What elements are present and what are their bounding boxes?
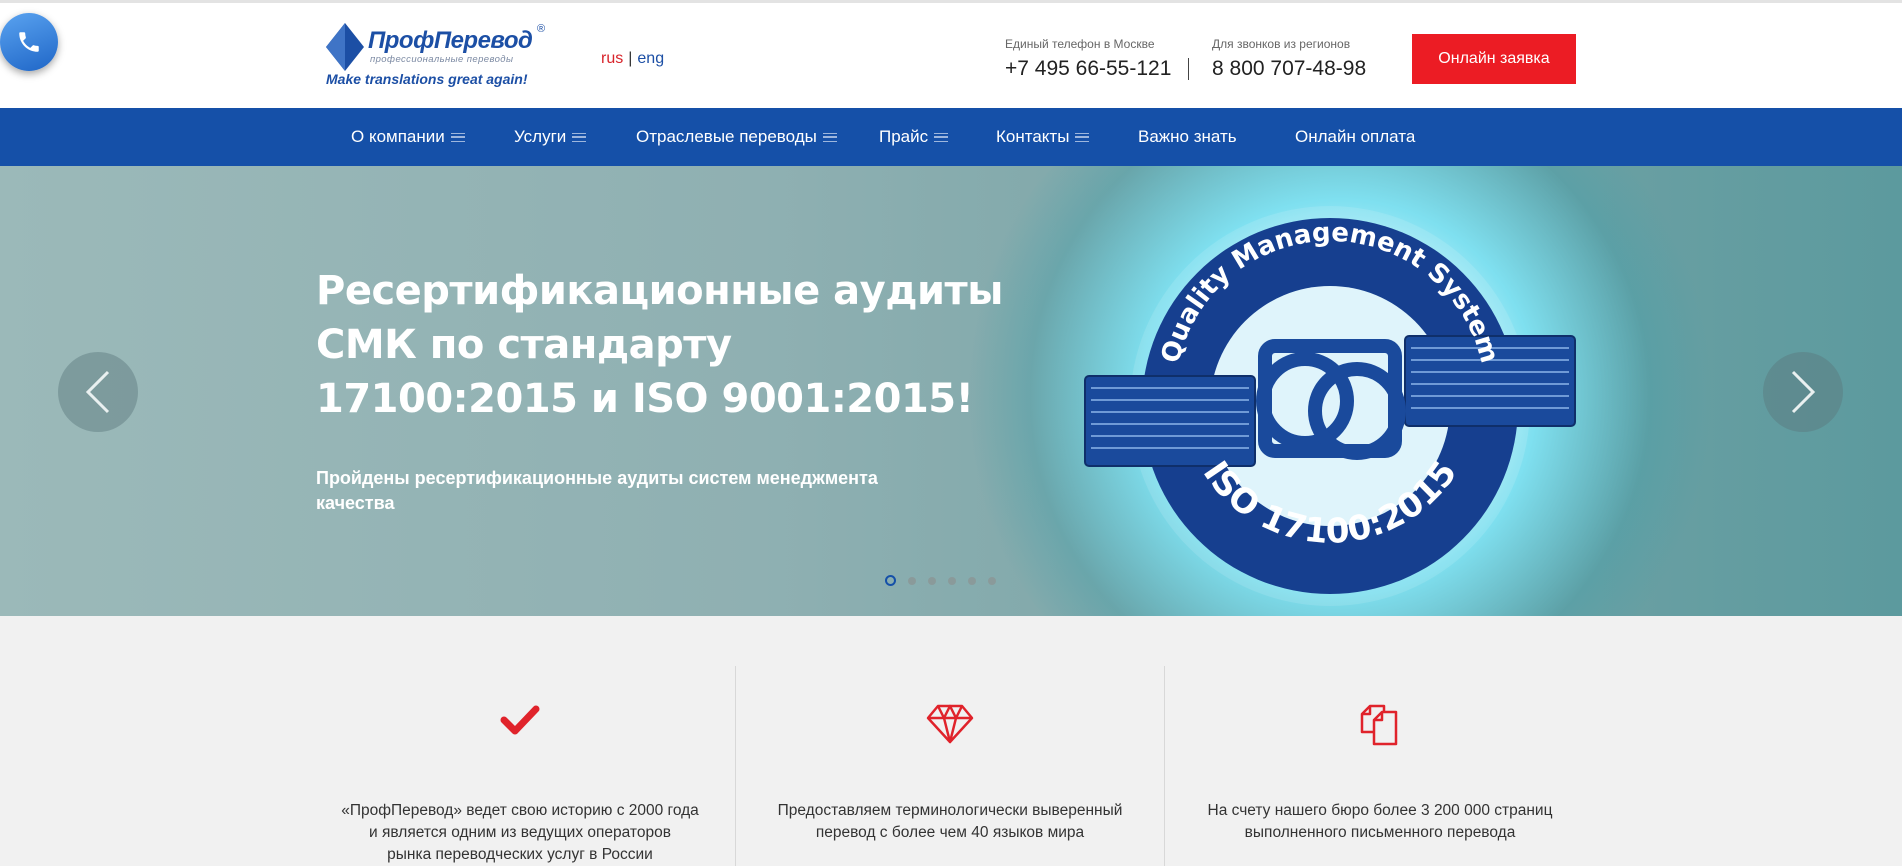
menu-lines-icon xyxy=(450,132,465,142)
moscow-phone-number[interactable]: +7 495 66-55-121 xyxy=(1005,57,1171,81)
feature-text-line: перевод с более чем 40 языков мира xyxy=(815,824,1085,841)
checkmark-icon xyxy=(500,705,540,735)
nav-item-label: Прайс xyxy=(879,127,929,146)
nav-item-online-payment[interactable]: Онлайн оплата xyxy=(1295,108,1415,166)
feature-text-line: рынка переводческих услуг в России xyxy=(387,846,653,863)
slider-prev-button[interactable] xyxy=(58,352,138,432)
logo-name: ПрофПеревод xyxy=(368,27,533,54)
nav-item-label: Онлайн оплата xyxy=(1295,127,1416,146)
main-nav: О компании Услуги Отраслевые переводы Пр… xyxy=(0,108,1902,166)
phone-icon xyxy=(19,32,39,52)
language-switcher: rus | eng xyxy=(601,50,664,68)
nav-item-label: Важно знать xyxy=(1138,127,1237,146)
phone-divider xyxy=(1188,58,1189,80)
nav-item-label: Отраслевые переводы xyxy=(636,127,817,146)
slider-dot[interactable] xyxy=(968,576,976,585)
hero-subtitle-line: Пройдены ресертификационные аудиты систе… xyxy=(316,468,878,488)
company-logo[interactable]: ПрофПеревод ® профессиональные переводы … xyxy=(322,21,552,93)
hero-slider: Quality Management System ISO 17100:2015… xyxy=(0,166,1902,616)
lang-rus-link[interactable]: rus xyxy=(601,50,623,67)
feature-text-line: На счету нашего бюро более 3 200 000 стр… xyxy=(1207,802,1553,819)
logo-slogan: Make translations great again! xyxy=(326,71,528,87)
logo-subtitle: профессиональные переводы xyxy=(370,54,514,65)
feature-divider xyxy=(735,666,736,866)
lang-eng-link[interactable]: eng xyxy=(637,50,664,67)
feature-languages-text: Предоставляем терминологически выверенны… xyxy=(760,800,1140,844)
feature-pages-text: На счету нашего бюро более 3 200 000 стр… xyxy=(1190,800,1570,844)
nav-item-label: Услуги xyxy=(514,127,567,146)
documents-icon xyxy=(1360,704,1398,746)
hero-title-line: 17100:2015 и ISO 9001:2015! xyxy=(316,376,974,422)
feature-text-line: Предоставляем терминологически выверенны… xyxy=(777,802,1123,819)
hero-title-line: Ресертификационные аудиты xyxy=(316,268,1003,314)
slider-dot[interactable] xyxy=(885,575,896,586)
feature-text-line: и является одним из ведущих операторов xyxy=(369,824,671,841)
nav-item-about[interactable]: О компании xyxy=(351,108,465,166)
slider-pagination xyxy=(885,575,996,586)
menu-lines-icon xyxy=(934,132,949,142)
iso-quality-emblem: Quality Management System ISO 17100:2015 xyxy=(1084,206,1576,606)
nav-item-contacts[interactable]: Контакты xyxy=(996,108,1090,166)
nav-item-industry-translations[interactable]: Отраслевые переводы xyxy=(636,108,837,166)
hero-title: Ресертификационные аудиты СМК по стандар… xyxy=(316,264,1036,426)
callback-button[interactable] xyxy=(0,13,58,71)
nav-item-important[interactable]: Важно знать xyxy=(1138,108,1237,166)
feature-text-line: выполненного письменного перевода xyxy=(1244,824,1516,841)
regions-phone-number[interactable]: 8 800 707-48-98 xyxy=(1212,57,1366,81)
feature-text-line: «ПрофПеревод» ведет свою историю с 2000 … xyxy=(341,802,699,819)
hero-title-line: СМК по стандарту xyxy=(316,322,732,368)
online-order-button[interactable]: Онлайн заявка xyxy=(1412,34,1576,84)
menu-lines-icon xyxy=(572,132,587,142)
slider-next-button[interactable] xyxy=(1763,352,1843,432)
chevron-left-icon xyxy=(85,370,110,414)
nav-item-price[interactable]: Прайс xyxy=(879,108,949,166)
moscow-phone-label: Единый телефон в Москве xyxy=(1005,37,1155,51)
slider-dot[interactable] xyxy=(908,576,916,585)
menu-lines-icon xyxy=(822,132,837,142)
feature-divider xyxy=(1164,666,1165,866)
nav-item-label: Контакты xyxy=(996,127,1070,146)
menu-lines-icon xyxy=(1075,132,1090,142)
lang-separator: | xyxy=(628,50,633,67)
logo-diamond-icon xyxy=(326,23,364,71)
site-header: ПрофПеревод ® профессиональные переводы … xyxy=(0,3,1902,108)
nav-item-label: О компании xyxy=(351,127,445,146)
slider-dot[interactable] xyxy=(988,576,996,585)
feature-history-text: «ПрофПеревод» ведет свою историю с 2000 … xyxy=(330,800,710,866)
logo-registered-mark: ® xyxy=(537,23,546,35)
features-section: «ПрофПеревод» ведет свою историю с 2000 … xyxy=(0,616,1902,866)
slider-dot[interactable] xyxy=(948,576,956,585)
chevron-right-icon xyxy=(1791,370,1816,414)
hero-subtitle: Пройдены ресертификационные аудиты систе… xyxy=(316,466,956,516)
nav-item-services[interactable]: Услуги xyxy=(514,108,587,166)
regions-phone-label: Для звонков из регионов xyxy=(1212,37,1351,51)
hero-subtitle-line: качества xyxy=(316,493,395,513)
slider-dot[interactable] xyxy=(928,576,936,585)
diamond-icon xyxy=(926,704,974,744)
